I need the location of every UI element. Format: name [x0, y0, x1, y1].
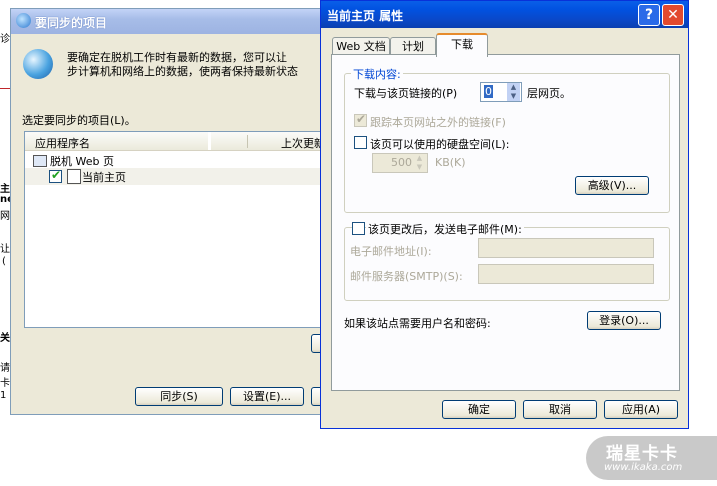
column-divider [247, 135, 248, 148]
tab-download[interactable]: 下载 [436, 33, 488, 57]
link-depth-stepper[interactable]: 0 ▲ ▼ [480, 82, 522, 102]
login-prompt-label: 如果该站点需要用户名和密码: [344, 317, 491, 330]
tab-schedule[interactable]: 计划 [390, 37, 436, 55]
apply-button[interactable]: 应用(A) [604, 400, 678, 419]
ok-button[interactable]: 确定 [442, 400, 516, 419]
bg-text: 卡 [0, 378, 10, 389]
follow-links-label: 跟踪本页网站之外的链接(F) [370, 116, 506, 129]
login-button[interactable]: 登录(O)... [587, 311, 661, 330]
mail-server-label: 邮件服务器(SMTP)(S): [350, 270, 463, 283]
bg-text: 诊 [0, 34, 10, 45]
sync-items-list[interactable]: 应用程序名 上次更新 脱机 Web 页 ✔ 当前主页 [24, 131, 342, 328]
download-content-label: 下载内容: [351, 66, 403, 82]
limit-space-label: 该页可以使用的硬盘空间(L): [370, 138, 510, 151]
advanced-button[interactable]: 高级(V)... [575, 176, 649, 195]
bg-text: 请 [0, 363, 10, 374]
column-last-updated[interactable]: 上次更新 [281, 135, 325, 151]
check-mark-icon: ✔ [51, 168, 62, 182]
web-folder-icon [33, 155, 47, 167]
tree-child-label: 当前主页 [82, 171, 126, 184]
limit-space-checkbox[interactable] [354, 136, 367, 149]
current-page-checkbox[interactable]: ✔ [49, 168, 62, 183]
follow-links-checkbox[interactable]: ✔ [354, 112, 367, 127]
mail-server-field[interactable] [478, 264, 654, 284]
link-depth-value: 0 [484, 85, 493, 98]
email-notify-label: 该页更改后，发送电子邮件(M): [366, 221, 524, 237]
link-depth-label: 下载与该页链接的(P) [354, 87, 458, 100]
tab-web-document[interactable]: Web 文档 [332, 37, 390, 55]
disk-space-stepper[interactable]: 500 ▲ ▼ [372, 153, 428, 173]
properties-window-titlebar[interactable]: 当前主页 属性 ? ✕ [321, 1, 688, 28]
watermark-logo: 瑞星卡卡 www.ikaka.com [586, 436, 717, 480]
sync-items-window: 要同步的项目 要确定在脱机工作时有最新的数据，您可以让 步计算机和网络上的数据，… [10, 8, 342, 415]
bg-text: 主 [0, 184, 10, 195]
spin-down-icon[interactable]: ▼ [507, 92, 520, 101]
spin-up-icon[interactable]: ▲ [507, 83, 520, 92]
link-depth-suffix: 层网页。 [527, 87, 571, 100]
bg-text: 网 [0, 211, 10, 222]
column-app-name[interactable]: 应用程序名 [35, 135, 90, 151]
list-header: 应用程序名 上次更新 [25, 132, 341, 151]
bg-text: ( [2, 256, 6, 267]
sync-window-titlebar[interactable]: 要同步的项目 [11, 9, 341, 34]
properties-window-title: 当前主页 属性 [327, 9, 404, 23]
properties-window: 当前主页 属性 ? ✕ Web 文档 计划 下载 下载内容: 下载与该页链接的(… [320, 0, 689, 429]
email-notify-checkbox[interactable] [352, 222, 365, 235]
cancel-button[interactable]: 取消 [523, 400, 597, 419]
tree-root-label: 脱机 Web 页 [50, 155, 114, 168]
bg-text: 关 [0, 333, 10, 344]
sync-window-title: 要同步的项目 [35, 16, 108, 30]
settings-button[interactable]: 设置(E)... [230, 387, 304, 406]
sync-button[interactable]: 同步(S) [135, 387, 223, 406]
help-icon[interactable]: ? [638, 4, 660, 26]
page-icon [67, 169, 81, 184]
bg-text: 1 [0, 390, 7, 401]
email-address-field[interactable] [478, 238, 654, 258]
email-address-label: 电子邮件地址(I): [350, 245, 432, 258]
spin-down-icon[interactable]: ▼ [413, 163, 426, 172]
globe-sync-icon [23, 49, 53, 79]
watermark-brand: 瑞星卡卡 [606, 444, 678, 464]
tab-panel-download: 下载内容: 下载与该页链接的(P) 0 ▲ ▼ 层网页。 ✔ 跟踪本页网站之外的… [331, 54, 680, 391]
column-divider [208, 132, 211, 150]
watermark-url: www.ikaka.com [604, 462, 683, 473]
close-icon[interactable]: ✕ [662, 4, 684, 26]
select-items-label: 选定要同步的项目(L)。 [22, 114, 136, 127]
disk-space-value: 500 [391, 156, 412, 169]
sync-intro-line-2: 步计算机和网络上的数据，使两者保持最新状态 [67, 65, 298, 78]
disk-space-unit: KB(K) [435, 156, 466, 169]
bg-text: 让 [0, 244, 10, 255]
check-mark-icon: ✔ [356, 112, 367, 126]
sync-icon [16, 13, 31, 28]
spin-up-icon[interactable]: ▲ [413, 154, 426, 163]
